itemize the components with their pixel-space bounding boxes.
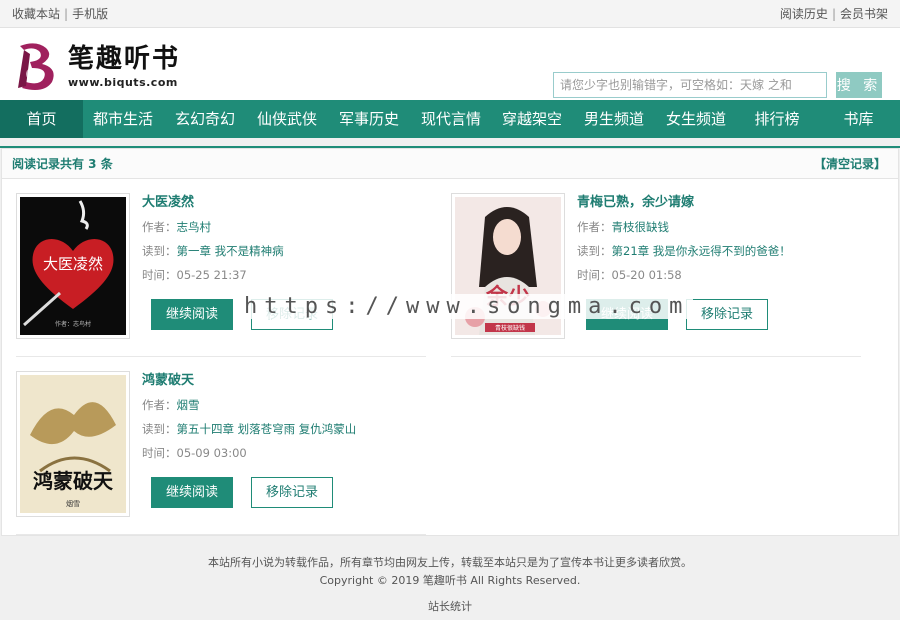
logo-name: 笔趣听书	[68, 43, 181, 74]
time-label: 时间：	[142, 268, 177, 282]
book-author[interactable]: 烟雪	[177, 398, 200, 412]
cover-art: 大医凌然 作者：志鸟村	[20, 197, 126, 335]
bookmark-site-link[interactable]: 收藏本站	[12, 7, 60, 21]
time-label: 时间：	[142, 446, 177, 460]
nav-item-ranking[interactable]: 排行榜	[737, 100, 817, 138]
nav-item-male[interactable]: 男生频道	[573, 100, 655, 138]
read-label: 读到：	[577, 244, 612, 258]
search-button[interactable]: 搜 索	[836, 72, 882, 98]
book-time: 05-25 21:37	[176, 268, 247, 282]
book-time: 05-20 01:58	[611, 268, 682, 282]
book-chapter[interactable]: 第五十四章 划落苍穹雨 复仇鸿蒙山	[177, 422, 357, 436]
cover-art: 鸿蒙破天 烟雪	[20, 375, 126, 513]
book-chapter[interactable]: 第21章 我是你永远得不到的爸爸！	[612, 244, 791, 258]
book-info: 大医凌然 作者：志鸟村 读到：第一章 我不是精神病 时间：05-25 21:37…	[142, 193, 442, 330]
site-header: 笔趣听书 www.biquts.com 请您少字也别输错字，可空格如：天嫁 之和…	[0, 28, 900, 100]
book-chapter-row: 读到：第一章 我不是精神病	[142, 239, 442, 263]
book-title[interactable]: 大医凌然	[142, 193, 442, 215]
nav-item-military[interactable]: 军事历史	[327, 100, 411, 138]
site-logo[interactable]: 笔趣听书 www.biquts.com	[10, 40, 180, 92]
book-cover[interactable]: 大医凌然 作者：志鸟村	[16, 193, 130, 339]
main-nav: 首页 都市生活 玄幻奇幻 仙侠武侠 军事历史 现代言情 穿越架空 男生频道 女生…	[0, 100, 900, 138]
remove-record-button[interactable]: 移除记录	[686, 299, 768, 330]
cover-author: 烟雪	[66, 500, 80, 508]
nav-item-fantasy[interactable]: 玄幻奇幻	[163, 100, 247, 138]
book-actions: 继续阅读 移除记录	[151, 477, 333, 508]
logo-text: 笔趣听书 www.biquts.com	[68, 44, 180, 89]
nav-item-timetravel[interactable]: 穿越架空	[491, 100, 573, 138]
reading-history-link[interactable]: 阅读历史	[780, 7, 828, 21]
member-bookshelf-link[interactable]: 会员书架	[840, 7, 888, 21]
history-count-title: 阅读记录共有 3 条	[12, 157, 113, 171]
time-label: 时间：	[577, 268, 612, 282]
row-divider	[16, 356, 426, 357]
reading-history-panel: 阅读记录共有 3 条 【清空记录】 大医凌然 作者：志鸟村 大医凌然 作者：志鸟…	[1, 148, 899, 536]
nav-item-home[interactable]: 首页	[0, 100, 83, 138]
cover-title: 大医凌然	[42, 255, 103, 273]
footer-disclaimer: 本站所有小说为转载作品，所有章节均由网友上传，转载至本站只是为了宣传本书让更多读…	[208, 556, 692, 569]
book-author[interactable]: 青枝很缺钱	[612, 220, 670, 234]
footer-copyright: Copyright © 2019 笔趣听书 All Rights Reserve…	[319, 574, 581, 587]
continue-reading-button[interactable]: 继续阅读	[151, 299, 233, 330]
top-bar: 收藏本站 | 手机版 阅读历史 | 会员书架	[0, 0, 900, 28]
book-title[interactable]: 鸿蒙破天	[142, 371, 442, 393]
cover-author: 作者：志鸟村	[54, 321, 91, 328]
site-footer: 本站所有小说为转载作品，所有章节均由网友上传，转载至本站只是为了宣传本书让更多读…	[0, 554, 900, 616]
clear-history-button[interactable]: 【清空记录】	[814, 155, 886, 172]
book-time: 05-09 03:00	[176, 446, 247, 460]
watermark-text: https://www.songma.com	[240, 294, 694, 319]
author-label: 作者：	[142, 398, 177, 412]
search-input[interactable]: 请您少字也别输错字，可空格如：天嫁 之和	[553, 72, 827, 98]
book-info: 青梅已熟，余少请嫁 作者：青枝很缺钱 读到：第21章 我是你永远得不到的爸爸！ …	[577, 193, 877, 330]
book-time-row: 时间：05-20 01:58	[577, 263, 877, 287]
mobile-version-link[interactable]: 手机版	[72, 7, 108, 21]
nav-item-romance[interactable]: 现代言情	[411, 100, 491, 138]
book-chapter-row: 读到：第21章 我是你永远得不到的爸爸！	[577, 239, 877, 263]
row-divider	[16, 534, 426, 535]
continue-reading-button[interactable]: 继续阅读	[151, 477, 233, 508]
book-time-row: 时间：05-25 21:37	[142, 263, 442, 287]
site-stats-link[interactable]: 站长统计	[0, 598, 900, 616]
book-chapter-row: 读到：第五十四章 划落苍穹雨 复仇鸿蒙山	[142, 417, 442, 441]
separator: |	[64, 7, 69, 21]
book-author-row: 作者：青枝很缺钱	[577, 215, 877, 239]
logo-b-icon	[18, 43, 54, 90]
book-author-row: 作者：烟雪	[142, 393, 442, 417]
author-label: 作者：	[577, 220, 612, 234]
book-title[interactable]: 青梅已熟，余少请嫁	[577, 193, 877, 215]
remove-record-button[interactable]: 移除记录	[251, 477, 333, 508]
book-info: 鸿蒙破天 作者：烟雪 读到：第五十四章 划落苍穹雨 复仇鸿蒙山 时间：05-09…	[142, 371, 442, 508]
panel-header: 阅读记录共有 3 条 【清空记录】	[2, 149, 898, 179]
book-author[interactable]: 志鸟村	[177, 220, 212, 234]
book-chapter[interactable]: 第一章 我不是精神病	[177, 244, 284, 258]
top-bar-left: 收藏本站 | 手机版	[12, 5, 108, 22]
row-divider	[451, 356, 861, 357]
author-label: 作者：	[142, 220, 177, 234]
nav-item-urban[interactable]: 都市生活	[83, 100, 163, 138]
top-bar-right: 阅读历史 | 会员书架	[780, 5, 888, 22]
logo-url: www.biquts.com	[68, 75, 178, 89]
cover-author: 青枝很缺钱	[485, 323, 535, 332]
cover-title: 鸿蒙破天	[33, 469, 113, 493]
separator: |	[831, 7, 836, 21]
nav-item-library[interactable]: 书库	[817, 100, 900, 138]
book-cover[interactable]: 鸿蒙破天 烟雪	[16, 371, 130, 517]
book-author-row: 作者：志鸟村	[142, 215, 442, 239]
read-label: 读到：	[142, 422, 177, 436]
nav-item-female[interactable]: 女生频道	[655, 100, 737, 138]
nav-item-wuxia[interactable]: 仙侠武侠	[247, 100, 327, 138]
book-time-row: 时间：05-09 03:00	[142, 441, 442, 465]
read-label: 读到：	[142, 244, 177, 258]
